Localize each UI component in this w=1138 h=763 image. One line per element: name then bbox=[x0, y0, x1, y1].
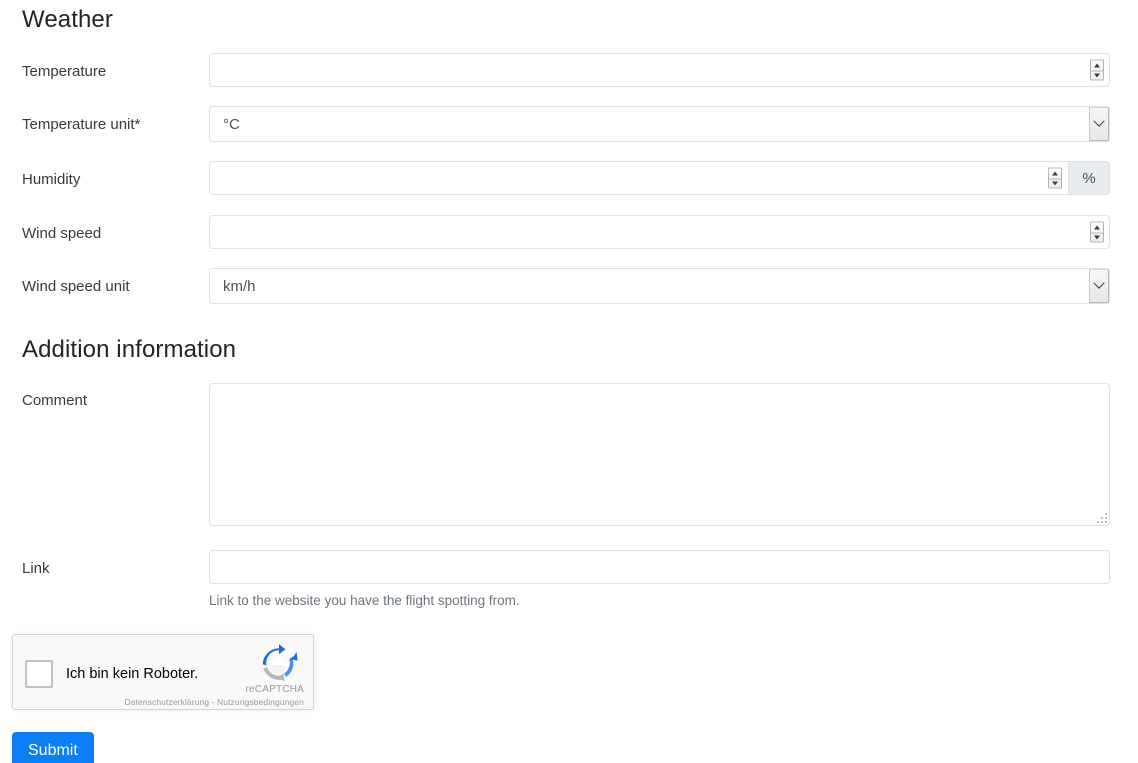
temperature-number-wrap bbox=[209, 53, 1110, 87]
spinner-up-icon[interactable] bbox=[1091, 61, 1103, 71]
wind-speed-unit-select[interactable]: km/h bbox=[209, 268, 1110, 304]
spinner-up-icon[interactable] bbox=[1091, 223, 1103, 233]
recaptcha-brand-text: reCAPTCHA bbox=[245, 684, 304, 695]
link-input[interactable] bbox=[209, 550, 1110, 584]
label-temperature-unit: Temperature unit* bbox=[22, 116, 141, 133]
spinner-down-icon[interactable] bbox=[1091, 232, 1103, 242]
temperature-input[interactable] bbox=[209, 53, 1110, 87]
control-link bbox=[209, 550, 1110, 584]
temperature-unit-dropdown-button[interactable] bbox=[1089, 107, 1109, 141]
control-temperature bbox=[209, 53, 1110, 87]
section-heading-addition-information: Addition information bbox=[22, 336, 237, 363]
wind-speed-unit-dropdown-button[interactable] bbox=[1089, 269, 1109, 303]
control-wind-speed-unit: km/h bbox=[209, 268, 1110, 304]
wind-speed-unit-select-box[interactable]: km/h bbox=[209, 268, 1110, 304]
control-comment bbox=[209, 383, 1110, 526]
recaptcha-label: Ich bin kein Roboter. bbox=[66, 666, 199, 682]
humidity-number-wrap bbox=[209, 161, 1068, 195]
temperature-unit-select-box[interactable]: °C bbox=[209, 106, 1110, 142]
wind-speed-spinner[interactable] bbox=[1090, 221, 1104, 243]
label-temperature: Temperature bbox=[22, 63, 107, 80]
section-heading-weather: Weather bbox=[22, 6, 113, 33]
chevron-down-icon bbox=[1093, 115, 1105, 127]
control-temperature-unit: °C bbox=[209, 106, 1110, 142]
label-wind-speed-unit: Wind speed unit bbox=[22, 278, 130, 295]
recaptcha-terms-text[interactable]: Datenschutzerklärung - Nutzungsbedingung… bbox=[124, 697, 304, 707]
humidity-spinner[interactable] bbox=[1048, 167, 1062, 189]
temperature-unit-selected-value: °C bbox=[223, 115, 240, 133]
humidity-percent-addon: % bbox=[1068, 161, 1110, 195]
control-wind-speed bbox=[209, 215, 1110, 249]
temperature-spinner[interactable] bbox=[1090, 59, 1104, 81]
label-comment: Comment bbox=[22, 392, 88, 409]
recaptcha-logo-icon bbox=[259, 643, 299, 683]
control-humidity: % bbox=[209, 161, 1110, 195]
label-link: Link bbox=[22, 560, 50, 577]
wind-speed-unit-selected-value: km/h bbox=[223, 277, 256, 295]
humidity-input[interactable] bbox=[209, 161, 1068, 195]
label-humidity: Humidity bbox=[22, 171, 81, 188]
link-help-text: Link to the website you have the flight … bbox=[209, 593, 520, 608]
label-wind-speed: Wind speed bbox=[22, 225, 102, 242]
recaptcha-widget[interactable]: Ich bin kein Roboter. reCAPTCHA Datensch… bbox=[12, 634, 314, 710]
temperature-unit-select[interactable]: °C bbox=[209, 106, 1110, 142]
wind-speed-input[interactable] bbox=[209, 215, 1110, 249]
comment-textarea-wrap bbox=[209, 383, 1110, 526]
spinner-up-icon[interactable] bbox=[1049, 169, 1061, 179]
humidity-input-group: % bbox=[209, 161, 1110, 195]
comment-textarea[interactable] bbox=[209, 383, 1110, 526]
wind-speed-number-wrap bbox=[209, 215, 1110, 249]
chevron-down-icon bbox=[1093, 277, 1105, 289]
spinner-down-icon[interactable] bbox=[1049, 178, 1061, 188]
submit-button[interactable]: Submit bbox=[12, 732, 94, 763]
recaptcha-checkbox[interactable] bbox=[25, 660, 53, 688]
weather-form-page: Weather Temperature Temperature unit* °C bbox=[0, 0, 1138, 763]
spinner-down-icon[interactable] bbox=[1091, 70, 1103, 80]
